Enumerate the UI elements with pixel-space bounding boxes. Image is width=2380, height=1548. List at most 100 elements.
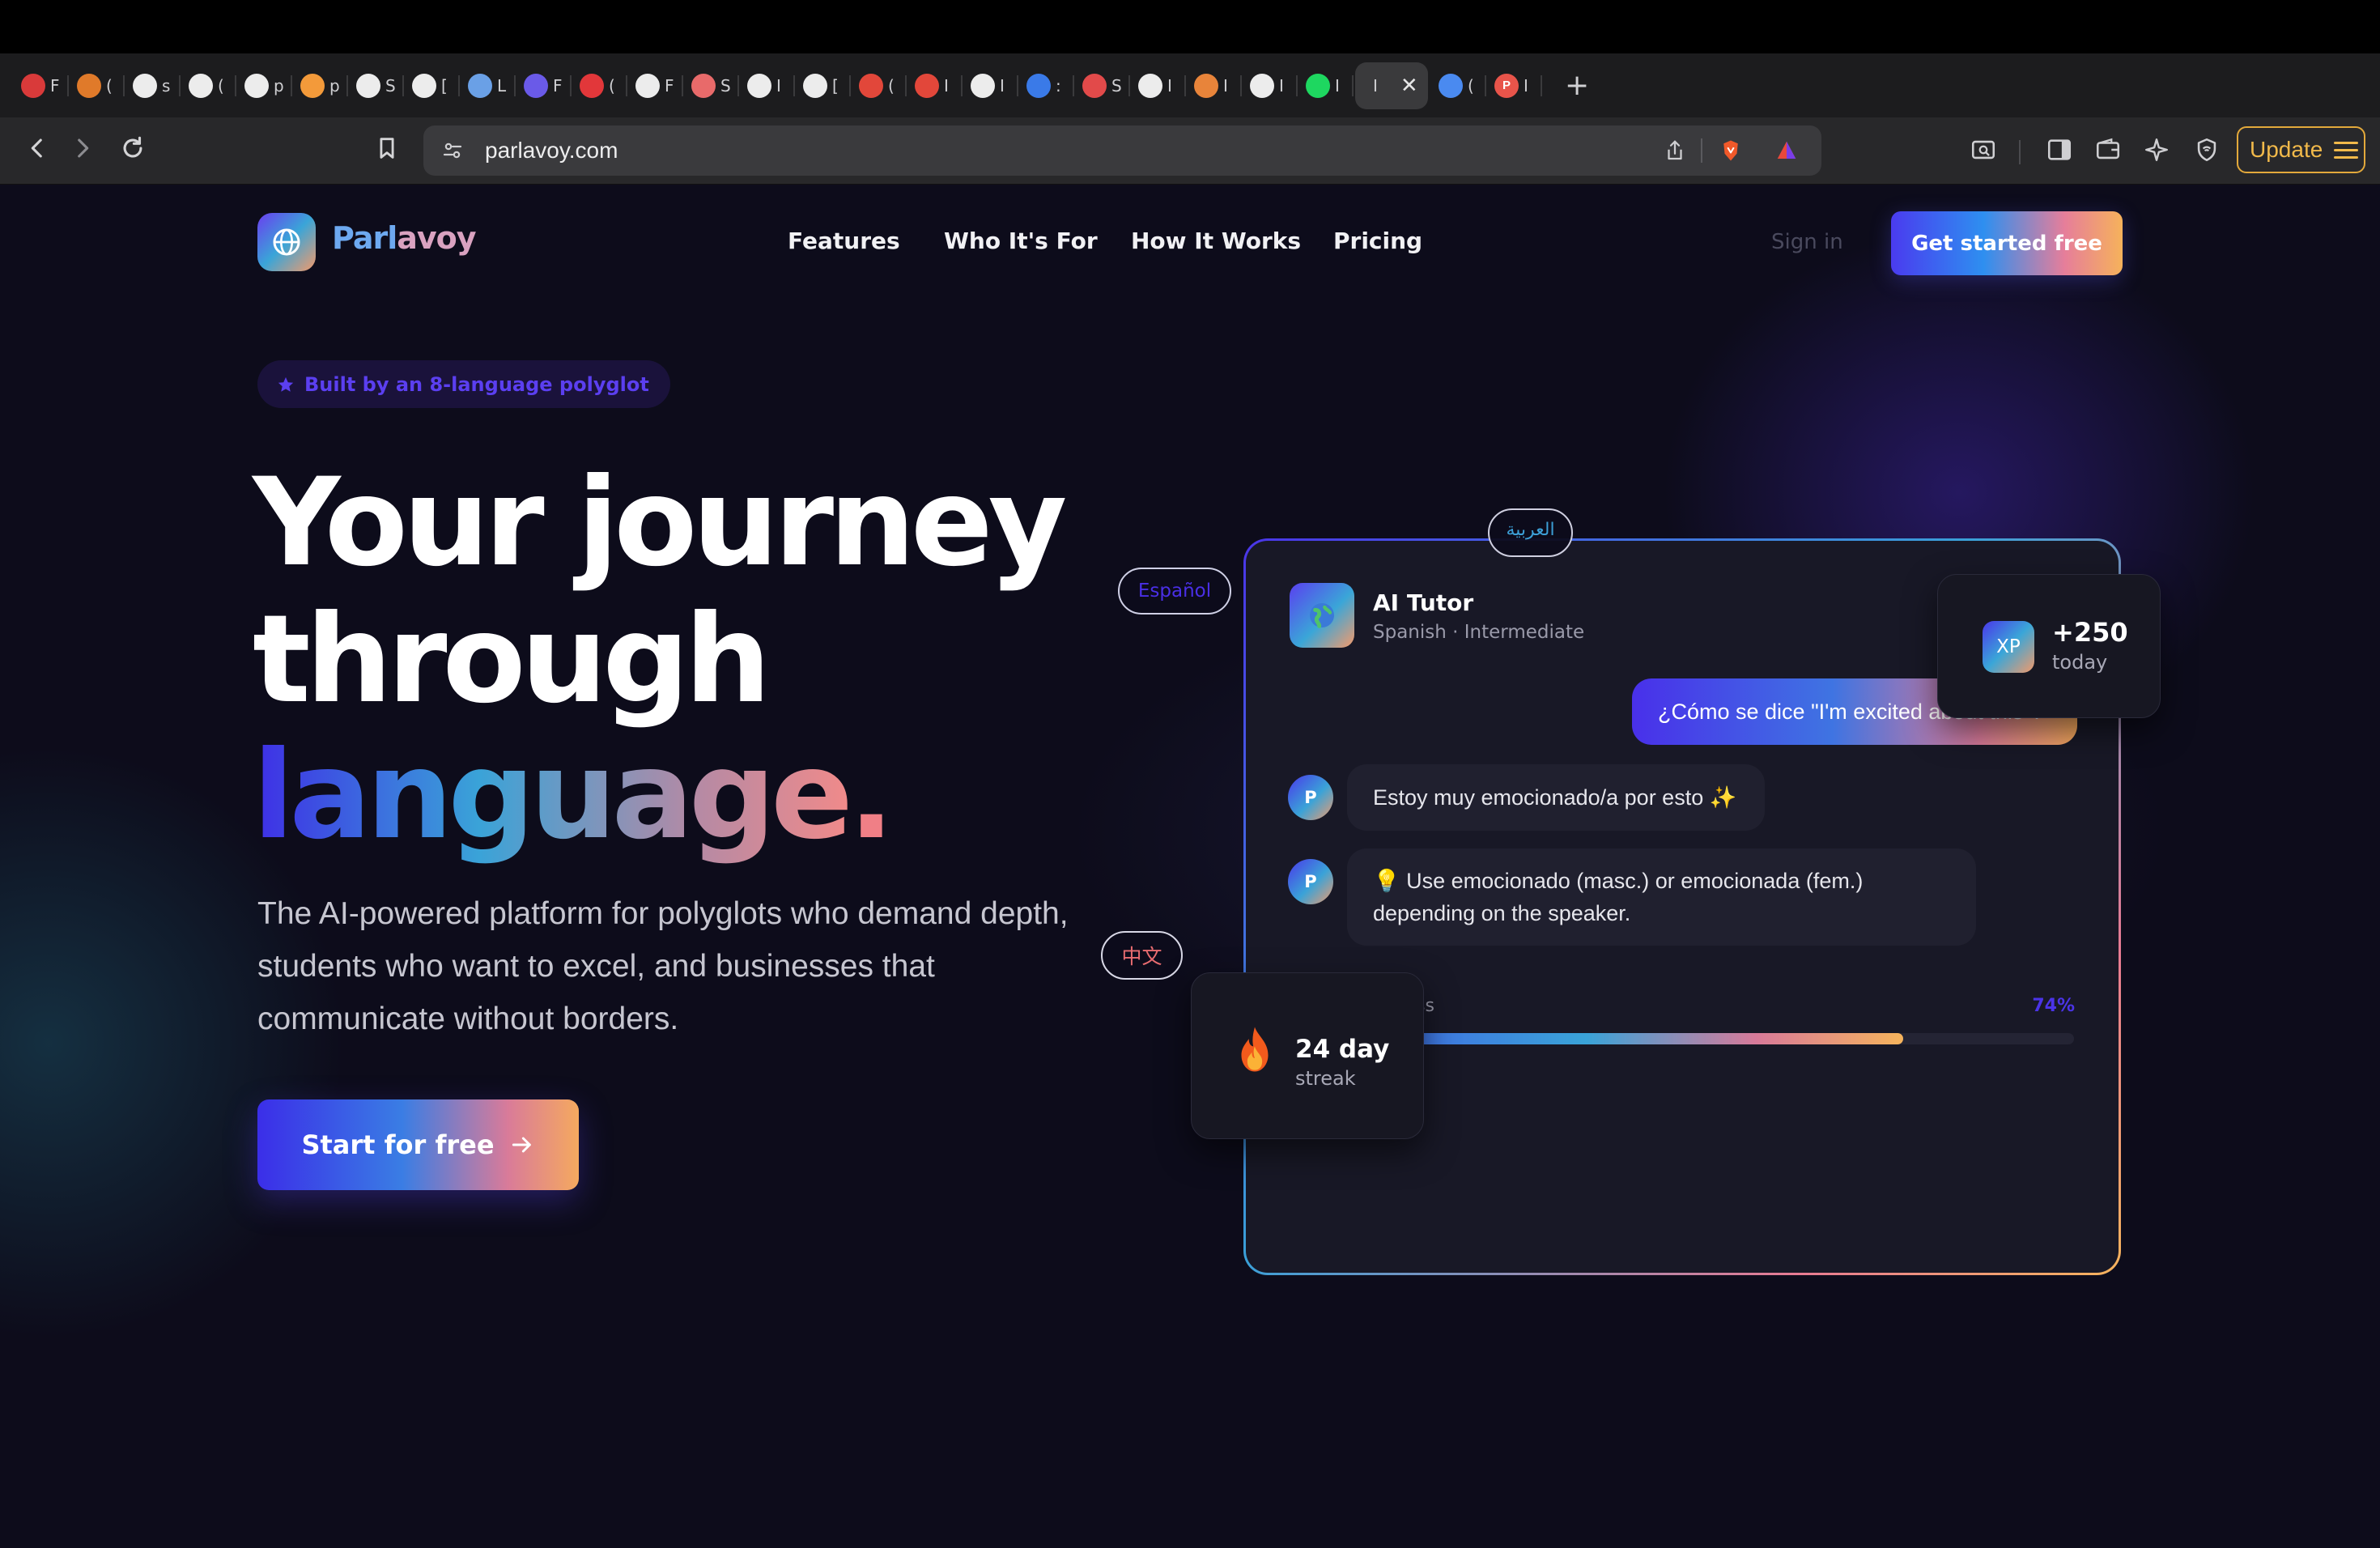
browser-tab[interactable]: S xyxy=(685,62,739,109)
nav-features[interactable]: Features xyxy=(788,228,900,254)
brave-rewards-icon[interactable] xyxy=(1772,136,1801,165)
address-bar[interactable]: parlavoy.com xyxy=(423,125,1821,176)
chip-chinese: 中文 xyxy=(1101,931,1183,980)
sparkle-favicon-icon xyxy=(1194,73,1218,98)
browser-tab[interactable]: ( xyxy=(70,62,125,109)
browser-tab[interactable]: I xyxy=(1132,62,1186,109)
brave-shields-icon[interactable] xyxy=(1716,136,1745,165)
hero-dot: . xyxy=(848,725,895,866)
back-button[interactable] xyxy=(19,130,55,166)
browser-tab[interactable]: S xyxy=(350,62,404,109)
reload-button[interactable] xyxy=(115,130,151,166)
browser-tab[interactable]: S xyxy=(1076,62,1130,109)
browser-tab[interactable]: L xyxy=(461,62,516,109)
close-tab-icon[interactable]: ✕ xyxy=(1400,74,1418,98)
browser-tab[interactable]: I xyxy=(741,62,795,109)
tab-title: L xyxy=(497,75,507,96)
browser-tab[interactable]: PI xyxy=(1488,62,1542,109)
browser-tab[interactable]: ( xyxy=(573,62,627,109)
browser-tab[interactable]: [ xyxy=(406,62,460,109)
chip-spanish: Español xyxy=(1118,568,1231,615)
browser-tab[interactable]: I xyxy=(1188,62,1242,109)
url-text[interactable]: parlavoy.com xyxy=(485,138,618,164)
menu-icon xyxy=(2334,141,2359,159)
tab-title: F xyxy=(50,75,60,96)
striped-circle-favicon-icon xyxy=(1082,73,1107,98)
forward-button[interactable] xyxy=(65,130,100,166)
tab-title: S xyxy=(385,75,396,96)
browser-tab[interactable]: I xyxy=(1243,62,1298,109)
nav-how-it-works[interactable]: How It Works xyxy=(1131,228,1301,254)
brand-name[interactable]: Parlavoy xyxy=(332,220,477,256)
start-for-free-button[interactable]: Start for free xyxy=(257,1099,579,1190)
progress-percent: 74% xyxy=(2032,996,2075,1016)
brand-logo[interactable] xyxy=(257,213,316,271)
browser-tab[interactable]: p xyxy=(238,62,292,109)
globe-favicon-icon xyxy=(1138,73,1162,98)
sign-in-link[interactable]: Sign in xyxy=(1771,230,1843,254)
browser-tab-active[interactable]: I ✕ xyxy=(1355,62,1428,109)
bookmark-button[interactable] xyxy=(369,130,405,166)
browser-tab[interactable]: ( xyxy=(852,62,907,109)
new-tab-button[interactable]: + xyxy=(1565,69,1589,102)
cloud-favicon-icon xyxy=(300,73,325,98)
progress-bar-fill xyxy=(1416,1033,1903,1044)
tab-title: F xyxy=(665,75,674,96)
github-favicon-icon xyxy=(189,73,213,98)
leo-ai-icon[interactable] xyxy=(2140,134,2173,166)
tab-title: I xyxy=(1167,75,1172,96)
hero-gradient-word: language xyxy=(253,725,853,866)
nav-who-its-for[interactable]: Who It's For xyxy=(944,228,1098,254)
get-started-button[interactable]: Get started free xyxy=(1891,211,2123,275)
browser-tab[interactable]: p xyxy=(294,62,348,109)
browser-tab[interactable]: F xyxy=(517,62,572,109)
stacked-bars-favicon-icon xyxy=(21,73,45,98)
u-favicon-icon xyxy=(803,73,827,98)
badge-label: Built by an 8-language polyglot xyxy=(304,372,649,396)
tutor-name: AI Tutor xyxy=(1373,589,1474,616)
star-favicon-icon xyxy=(691,73,716,98)
reload-icon xyxy=(123,136,142,158)
tab-strip: F(s(p p S[L F(F S I[(I I: S I I I I I ✕(P I + xyxy=(0,53,2380,117)
gmail-dark-favicon-icon xyxy=(915,73,939,98)
omnibox-divider xyxy=(1701,138,1702,163)
tutor-avatar xyxy=(1290,583,1354,648)
browser-tab[interactable]: I xyxy=(1299,62,1354,109)
openai-favicon-icon xyxy=(1250,73,1274,98)
hero-subtitle: The AI-powered platform for polyglots wh… xyxy=(257,896,1069,1036)
browser-tab[interactable]: s xyxy=(126,62,181,109)
tab-title: F xyxy=(553,75,563,96)
vpn-shield-icon[interactable] xyxy=(2191,134,2223,166)
site-settings-icon[interactable] xyxy=(438,136,467,165)
browser-tab[interactable]: ( xyxy=(182,62,236,109)
hexagon-favicon-icon xyxy=(77,73,101,98)
p-favicon-icon: P xyxy=(1494,73,1519,98)
share-icon[interactable] xyxy=(1660,136,1689,165)
browser-tab[interactable]: I xyxy=(964,62,1018,109)
polyglot-badge: Built by an 8-language polyglot xyxy=(257,360,670,408)
browser-tab[interactable]: I xyxy=(908,62,963,109)
tab-title: I xyxy=(1279,75,1284,96)
sidebar-icon[interactable] xyxy=(2043,134,2076,166)
streak-card: 24 day streak xyxy=(1191,972,1424,1139)
z-favicon-icon xyxy=(1026,73,1051,98)
tab-title: I xyxy=(776,75,781,96)
browser-tab[interactable]: ( xyxy=(1432,62,1486,109)
globe-icon xyxy=(273,228,300,256)
nav-pricing[interactable]: Pricing xyxy=(1333,228,1422,254)
mosaic-favicon-icon xyxy=(468,73,492,98)
streak-subtitle: streak xyxy=(1295,1067,1356,1090)
reader-mode-icon[interactable] xyxy=(1967,134,2000,166)
tab-title: S xyxy=(720,75,731,96)
browser-tab[interactable]: [ xyxy=(797,62,851,109)
browser-tab[interactable]: F xyxy=(629,62,683,109)
wallet-icon[interactable] xyxy=(2092,134,2124,166)
lines-favicon-icon xyxy=(133,73,157,98)
update-button[interactable]: Update xyxy=(2237,126,2365,173)
progress-bar xyxy=(1416,1033,2074,1044)
lines-favicon-icon xyxy=(635,73,660,98)
tab-title: ( xyxy=(106,75,113,96)
browser-toolbar: parlavoy.com Update xyxy=(0,117,2380,185)
browser-tab[interactable]: : xyxy=(1020,62,1074,109)
browser-tab[interactable]: F xyxy=(15,62,69,109)
